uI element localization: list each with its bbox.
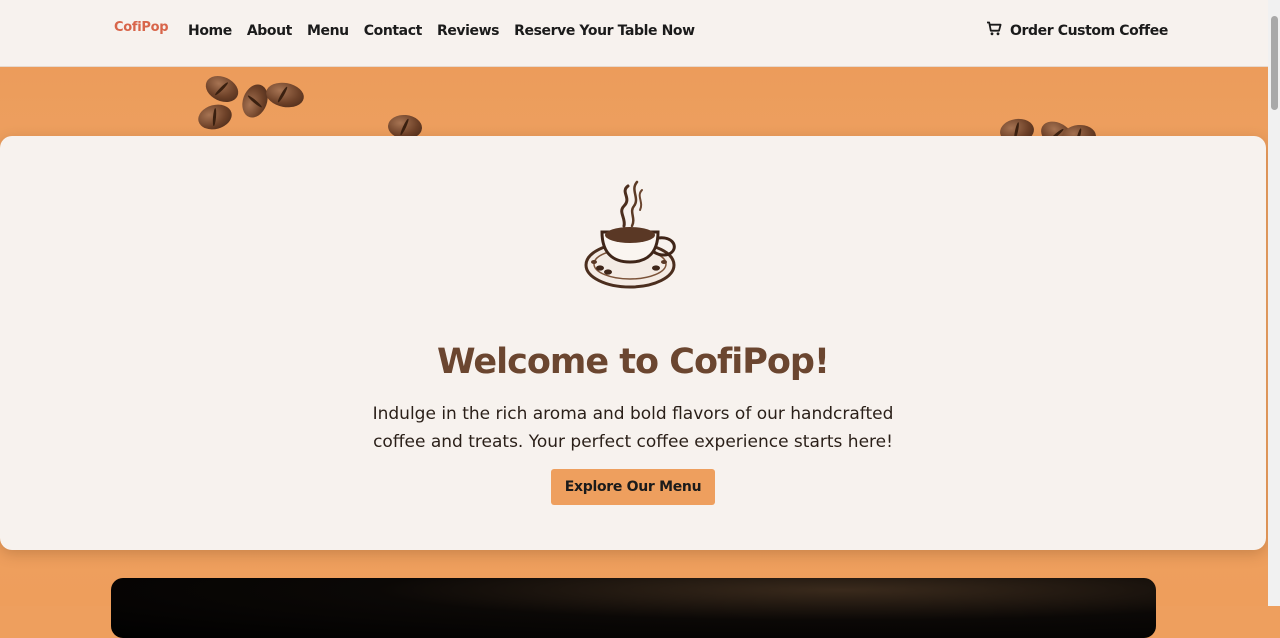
nav-links: Home About Menu Contact Reviews Reserve … [188,23,710,39]
scrollbar-thumb[interactable] [1271,16,1278,110]
nav-link-reviews[interactable]: Reviews [437,23,500,39]
hero-description: Indulge in the rich aroma and bold flavo… [372,404,894,452]
nav-link-home[interactable]: Home [188,23,232,39]
cart-icon [986,21,1002,41]
page-scrollbar[interactable] [1268,0,1280,606]
logo[interactable]: CofiPop [114,20,169,35]
coffee-cup-icon [580,180,690,300]
hero-title: Welcome to CofiPop! [437,342,830,382]
order-custom-coffee-label: Order Custom Coffee [1010,23,1168,39]
navbar: CofiPop Home About Menu Contact Reviews … [0,0,1268,67]
coffee-bean-decoration [195,101,235,133]
featured-video-section [111,578,1156,638]
explore-menu-button[interactable]: Explore Our Menu [551,469,715,505]
coffee-bean-decoration [264,79,306,111]
nav-link-about[interactable]: About [247,23,293,39]
coffee-bean-decoration [201,70,243,108]
hero-card: Welcome to CofiPop! Indulge in the rich … [0,136,1266,550]
nav-link-reserve[interactable]: Reserve Your Table Now [514,23,695,39]
nav-link-contact[interactable]: Contact [364,23,423,39]
order-custom-coffee-button[interactable]: Order Custom Coffee [986,21,1168,41]
nav-link-menu[interactable]: Menu [307,23,349,39]
logo-text: CofiPop [114,20,169,35]
